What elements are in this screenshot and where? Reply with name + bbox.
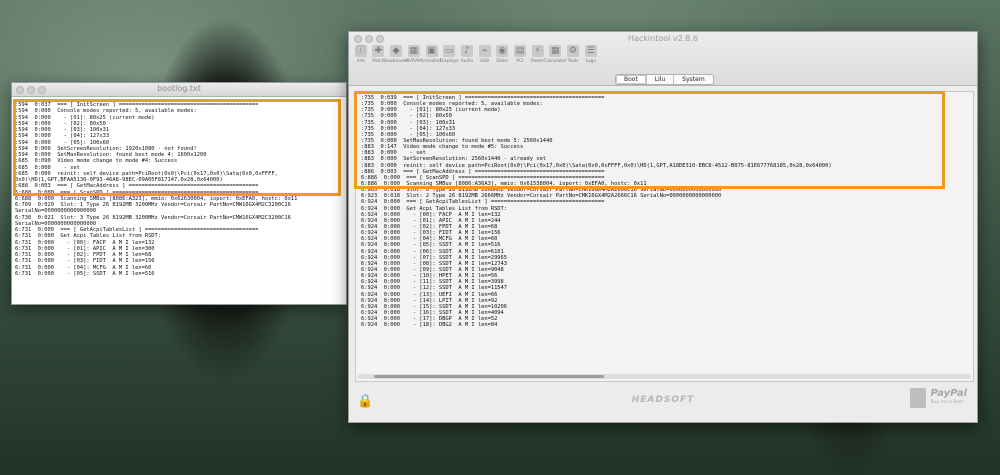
window-title: Hackintool v2.8.6 (627, 34, 699, 43)
hackintool-toolbar: Hackintool v2.8.6 ⓘ Info ✚ Patch ◆ Bootloader… (349, 32, 977, 86)
tab-system[interactable]: System (674, 75, 712, 84)
audio-icon: ♪ (460, 45, 473, 57)
scrollbar-thumb[interactable] (374, 375, 604, 378)
hackintool-window: Hackintool v2.8.6 ⓘ Info ✚ Patch ◆ Bootloader… (348, 31, 978, 423)
toolbar-label: Displays (439, 59, 459, 64)
toolbar-calculator[interactable]: ▦ Calculator (544, 45, 567, 64)
installed-icon: ▣ (425, 45, 438, 57)
paypal-icon (910, 388, 927, 408)
horizontal-scrollbar[interactable] (358, 374, 971, 379)
toolbar-bootloader[interactable]: ◆ Bootloader (384, 45, 408, 64)
toolbar-label: Logs (585, 59, 596, 64)
tools-icon: ⚙ (567, 45, 579, 57)
power-icon: ⚡ (531, 45, 544, 57)
nvram-icon: ▦ (407, 45, 420, 57)
paypal-button[interactable]: PayPal Buy me a Beer (910, 388, 967, 408)
logs-icon: ☰ (584, 45, 597, 57)
calculator-icon: ▦ (549, 45, 562, 57)
tab-lilu[interactable]: Lilu (647, 75, 675, 84)
toolbar-label: NVRAM (405, 59, 422, 64)
bootlog-title-bar: bootlog.txt (12, 83, 346, 97)
displays-icon: ▭ (443, 45, 456, 57)
toolbar-tools[interactable]: ⚙ Tools (564, 45, 582, 64)
toolbar-audio[interactable]: ♪ Audio (458, 45, 476, 64)
bootloader-icon: ◆ (390, 45, 403, 57)
toolbar-label: Patch (372, 59, 385, 64)
toolbar-nvram[interactable]: ▦ NVRAM (405, 45, 423, 64)
toolbar-label: Disks (496, 59, 509, 64)
window-footer: 🔒 HEADSOFT PayPal Buy me a Beer (349, 382, 977, 422)
paypal-label: PayPal (930, 388, 967, 399)
tab-boot[interactable]: Boot (616, 75, 647, 84)
info-icon: ⓘ (354, 45, 367, 57)
toolbar-label: Info (356, 59, 365, 64)
toolbar-label: Audio (460, 59, 474, 64)
toolbar-info[interactable]: ⓘ Info (352, 45, 370, 64)
toolbar-label: PCI (516, 59, 524, 64)
toolbar-installed[interactable]: ▣ Installed (422, 45, 441, 64)
toolbar-label: USB (480, 59, 490, 64)
paypal-sublabel: Buy me a Beer (930, 400, 964, 405)
toolbar-label: Power (530, 59, 545, 64)
toolbar-displays[interactable]: ▭ Displays (440, 45, 458, 64)
highlight-box-left (13, 99, 341, 196)
pci-icon: ▤ (513, 45, 526, 57)
patch-icon: ✚ (372, 45, 385, 57)
toolbar-items: ⓘ Info ✚ Patch ◆ Bootloader ▦ NVRAM ▣ Installed ▭ D… (352, 45, 600, 64)
disks-icon: ◉ (496, 45, 509, 57)
bootlog-title: bootlog.txt (157, 84, 201, 93)
highlight-box-right (354, 91, 945, 189)
headsoft-logo: HEADSOFT (631, 395, 695, 405)
toolbar-pci[interactable]: ▤ PCI (511, 45, 529, 64)
toolbar-label: Installed (422, 59, 441, 64)
toolbar-label: Calculator (544, 59, 567, 64)
usb-icon: ⌁ (478, 45, 491, 57)
toolbar-disks[interactable]: ◉ Disks (494, 45, 512, 64)
toolbar-usb[interactable]: ⌁ USB (476, 45, 494, 64)
log-tabs: Boot Lilu System (615, 74, 714, 85)
log-line: 6:731 0:000 - [05]: SSDT A M I len=516 (15, 270, 155, 277)
log-line: 6:924 0:000 - [18]: DBG2 A M I len=84 (361, 322, 498, 329)
toolbar-logs[interactable]: ☰ Logs (582, 45, 600, 64)
toolbar-label: Tools (567, 59, 579, 64)
